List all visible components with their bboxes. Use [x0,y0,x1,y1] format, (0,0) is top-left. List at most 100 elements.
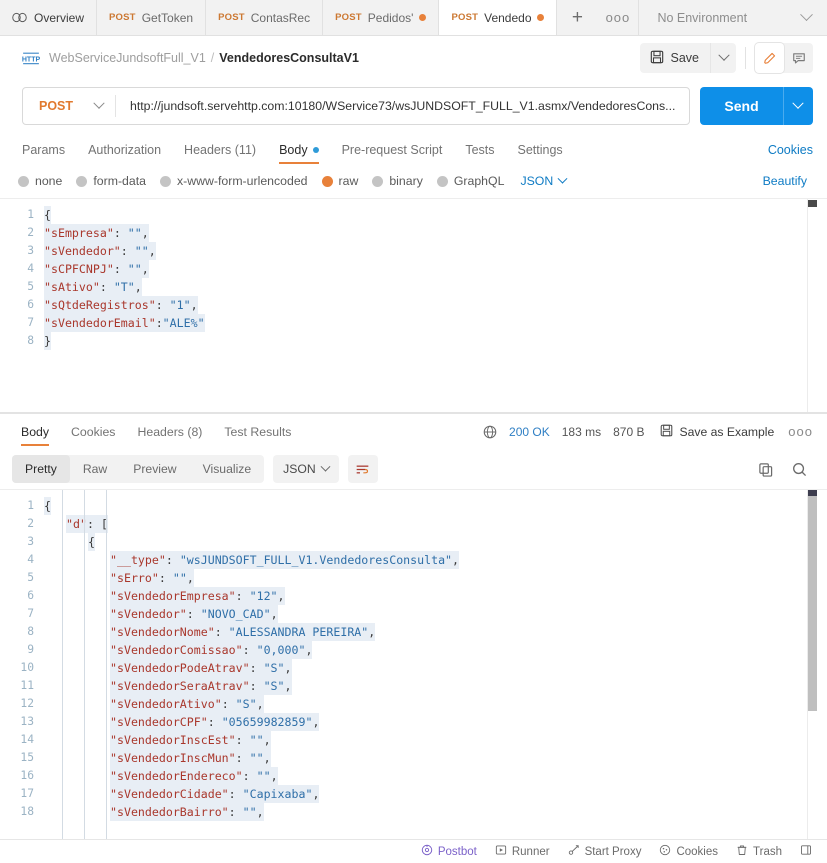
comment-button[interactable] [784,43,813,73]
code-text[interactable]: "sVendedorCPF": "05659982859", [110,713,320,731]
breadcrumb-collection[interactable]: WebServiceJundsoftFull_V1 [49,51,206,65]
response-editor-scrollbar[interactable] [808,490,817,839]
overview-icon [12,12,27,23]
status-cookies-button[interactable]: Cookies [650,844,727,859]
response-body-code[interactable]: 1{2 "d": [3{4 "__type": "wsJUNDSOFT_FULL_V… [0,490,827,821]
code-text[interactable]: "sVendedorNome": "ALESSANDRA PEREIRA", [110,623,376,641]
code-text[interactable]: "sVendedorComissao": "0,000", [110,641,313,659]
code-text[interactable]: "sVendedorEmpresa": "12", [110,587,285,605]
code-text[interactable]: "sVendedorInscEst": "", [110,731,271,749]
status-postbot-button[interactable]: Postbot [412,844,486,859]
send-options-button[interactable] [782,87,813,125]
code-text[interactable]: { [44,206,51,224]
new-tab-button[interactable]: + [557,0,598,35]
code-token: "S" [235,697,257,711]
code-text[interactable]: { [44,497,51,515]
status-runner-button[interactable]: Runner [486,844,559,859]
unsaved-dot-icon [537,14,545,21]
code-text[interactable]: "d": [ [66,515,108,533]
status-trash-button[interactable]: Trash [727,844,791,859]
request-tab-body[interactable]: Body [279,143,331,164]
request-body-editor[interactable]: 1{2 "sEmpresa": "", 3 "sVendedor": "", 4 "sCP… [0,198,827,413]
request-body-code[interactable]: 1{2 "sEmpresa": "", 3 "sVendedor": "", 4 "sCP… [0,199,827,350]
request-tab-tests[interactable]: Tests [465,143,506,164]
request-tab-params[interactable]: Params [22,143,77,164]
word-wrap-button[interactable] [347,455,378,483]
code-token: "sAtivo" [44,280,100,294]
response-view-pretty[interactable]: Pretty [12,455,70,483]
response-view-raw[interactable]: Raw [70,455,120,483]
body-type-binary[interactable]: binary [372,174,423,188]
code-text[interactable]: "sErro": "", [110,569,194,587]
response-body-line: 1{ [0,497,827,515]
tab-request-vendedores[interactable]: POST Vendedo [439,0,558,35]
response-options-button[interactable]: ooo [788,424,813,439]
cookies-icon [659,844,671,859]
response-view-visualize[interactable]: Visualize [190,455,265,483]
code-text[interactable]: "sVendedorPodeAtrav": "S", [110,659,292,677]
code-text[interactable]: "sVendedorEndereco": "", [110,767,278,785]
environment-selector[interactable]: No Environment [639,0,827,35]
code-text[interactable]: "__type": "wsJUNDSOFT_FULL_V1.Vendedores… [110,551,460,569]
body-format-selector[interactable]: JSON [520,173,568,188]
status-sidebar-toggle-button[interactable] [791,844,821,859]
code-text[interactable]: "sVendedorSeraAtrav": "S", [110,677,292,695]
send-button[interactable]: Send [700,87,783,125]
body-type-none[interactable]: none [18,174,62,188]
body-type-raw[interactable]: raw [321,174,358,188]
search-response-button[interactable] [785,455,813,483]
code-token: "sCPFCNPJ" [44,262,114,276]
code-text[interactable]: "sVendedorBairro": "", [110,803,264,821]
code-text[interactable]: "sQtdeRegistros": "1", [44,296,198,314]
tab-overview[interactable]: Overview [0,0,98,35]
tab-options-button[interactable]: ooo [597,0,640,35]
cookies-link[interactable]: Cookies [768,143,813,164]
response-body-line: 14 "sVendedorInscEst": "", [0,731,827,749]
response-tab-headers[interactable]: Headers (8) [137,425,202,445]
response-format-selector[interactable]: JSON [273,455,339,483]
code-text[interactable]: "sVendedorInscMun": "", [110,749,271,767]
code-text[interactable]: "sVendedorEmail":"ALE%" [44,314,205,332]
status-start-proxy-button[interactable]: Start Proxy [559,844,651,859]
request-tab-prerequest-script[interactable]: Pre-request Script [342,143,455,164]
request-tab-headers[interactable]: Headers (11) [184,143,268,164]
request-editor-scrollbar[interactable] [808,199,817,412]
http-method-selector[interactable]: POST [23,88,115,124]
tab-request-contasrec[interactable]: POST ContasRec [206,0,324,35]
save-as-example-button[interactable]: Save as Example [660,424,774,440]
response-body-line: 6 "sVendedorEmpresa": "12", [0,587,827,605]
tab-request-pedidos[interactable]: POST Pedidos' [323,0,440,35]
response-view-preview[interactable]: Preview [120,455,189,483]
copy-response-button[interactable] [751,455,779,483]
save-disk-icon [660,424,673,440]
scrollbar-thumb[interactable] [808,200,817,207]
code-text[interactable]: "sEmpresa": "", [44,224,149,242]
response-tab-test-results[interactable]: Test Results [224,425,291,445]
url-input[interactable]: http://jundsoft.servehttp.com:10180/WSer… [116,99,689,113]
request-tab-settings[interactable]: Settings [518,143,575,164]
code-text[interactable]: "sCPFCNPJ": "", [44,260,149,278]
save-options-button[interactable] [710,43,736,73]
body-type-urlencoded[interactable]: x-www-form-urlencoded [159,174,308,188]
body-type-graphql[interactable]: GraphQL [436,174,504,188]
scrollbar-thumb[interactable] [808,496,817,711]
code-text[interactable]: "sVendedor": "NOVO_CAD", [110,605,278,623]
request-tab-authorization[interactable]: Authorization [88,143,173,164]
code-text[interactable]: "sVendedorCidade": "Capixaba", [110,785,320,803]
response-tab-body[interactable]: Body [21,425,50,446]
code-text[interactable]: } [44,332,51,350]
line-number: 7 [27,316,34,329]
code-token: , [312,715,320,729]
body-type-form-data[interactable]: form-data [76,174,146,188]
beautify-button[interactable]: Beautify [763,174,813,188]
edit-mode-button[interactable] [755,43,784,73]
code-token: : [113,226,128,240]
code-text[interactable]: "sAtivo": "T", [44,278,142,296]
tab-request-gettoken[interactable]: POST GetToken [97,0,207,35]
code-text[interactable]: { [88,533,95,551]
code-text[interactable]: "sVendedorAtivo": "S", [110,695,264,713]
save-button[interactable]: Save [639,43,710,73]
response-tab-cookies[interactable]: Cookies [71,425,115,445]
code-text[interactable]: "sVendedor": "", [44,242,156,260]
response-body-editor[interactable]: 1{2 "d": [3{4 "__type": "wsJUNDSOFT_FULL_V… [0,489,827,839]
